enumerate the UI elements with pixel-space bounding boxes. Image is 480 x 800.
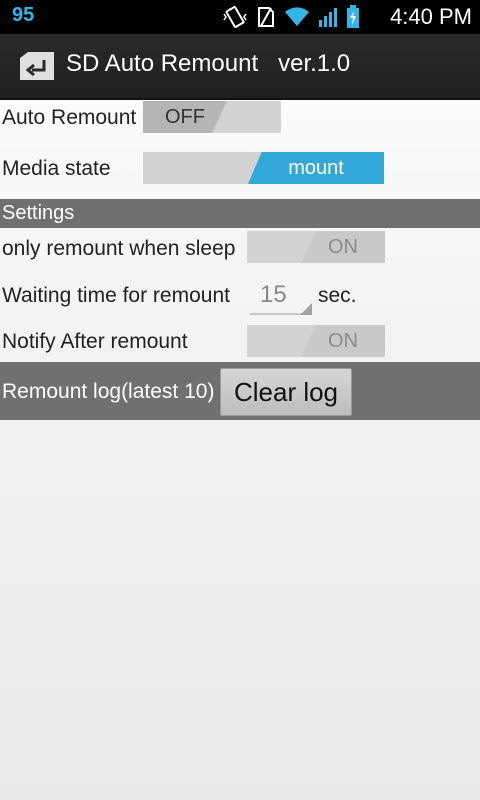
toggle-thumb: ON xyxy=(301,325,385,357)
action-bar: SD Auto Remount ver.1.0 xyxy=(0,34,480,100)
clear-log-button[interactable]: Clear log xyxy=(220,368,352,416)
media-state-label: Media state xyxy=(2,157,111,180)
clock: 4:40 PM xyxy=(390,4,472,29)
remount-log-list xyxy=(0,420,480,800)
status-icons xyxy=(222,5,360,29)
settings-section-header: Settings xyxy=(0,199,480,228)
auto-remount-label: Auto Remount xyxy=(2,106,137,129)
battery-charging-icon xyxy=(346,5,360,29)
notify-after-toggle[interactable]: ON xyxy=(247,325,385,357)
media-state-value: mount xyxy=(248,152,384,184)
waiting-time-spinner[interactable]: 15 xyxy=(250,281,312,315)
only-remount-sleep-toggle[interactable]: ON xyxy=(247,231,385,263)
media-state-indicator: mount xyxy=(143,152,384,184)
signal-icon xyxy=(318,6,338,28)
no-sim-icon xyxy=(256,6,276,28)
battery-level-text: 95 xyxy=(12,4,35,26)
notify-after-label: Notify After remount xyxy=(2,330,188,353)
waiting-time-value: 15 xyxy=(260,281,287,308)
toggle-thumb: ON xyxy=(301,231,385,263)
spinner-arrow-icon xyxy=(300,303,312,315)
toggle-thumb: OFF xyxy=(143,101,227,133)
wifi-icon xyxy=(284,6,310,28)
app-icon[interactable] xyxy=(18,52,56,80)
status-bar: 95 4:40 PM xyxy=(0,0,480,34)
waiting-time-unit: sec. xyxy=(318,284,357,307)
waiting-time-label: Waiting time for remount xyxy=(2,284,230,307)
remount-log-label: Remount log(latest 10) xyxy=(2,380,215,403)
vibrate-icon xyxy=(222,6,248,28)
only-remount-sleep-label: only remount when sleep xyxy=(2,237,236,260)
app-title: SD Auto Remount ver.1.0 xyxy=(66,50,351,77)
settings-header-label: Settings xyxy=(2,202,75,224)
auto-remount-toggle[interactable]: OFF xyxy=(143,101,281,133)
